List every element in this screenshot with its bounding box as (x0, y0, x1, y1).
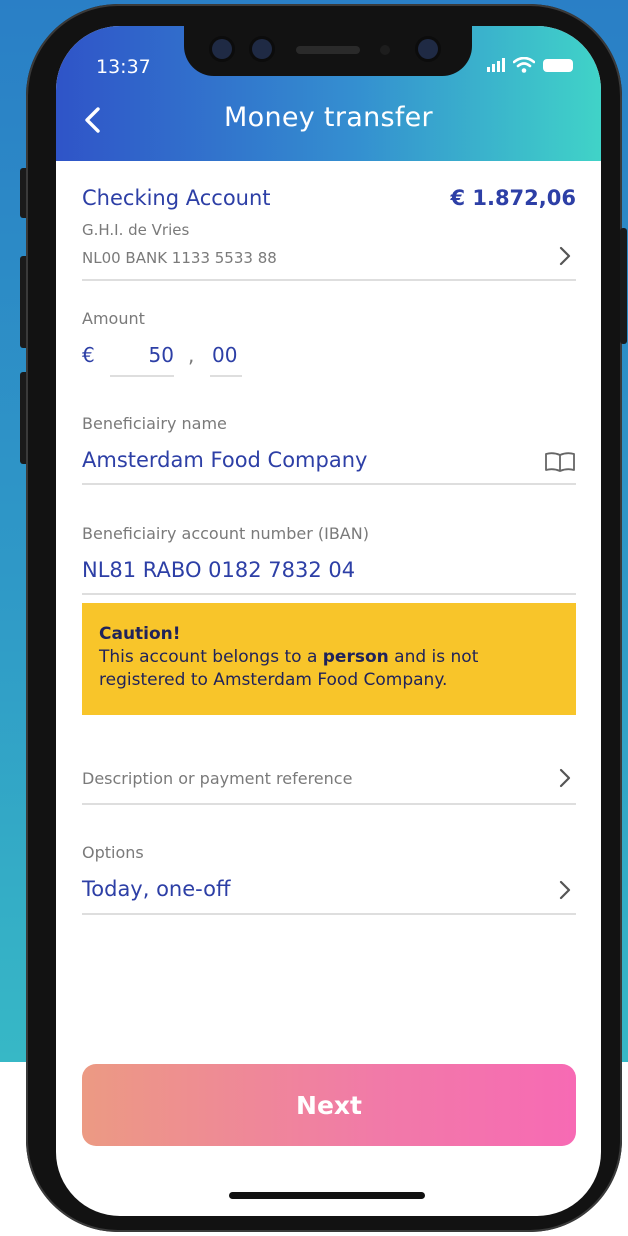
caution-alert: Caution! This account belongs to a perso… (82, 603, 576, 715)
beneficiary-name-input[interactable]: Amsterdam Food Company (82, 448, 367, 472)
wifi-icon (513, 57, 535, 73)
proximity-sensor (380, 45, 390, 55)
beneficiary-iban-input[interactable]: NL81 RABO 0182 7832 04 (82, 558, 355, 582)
options-field[interactable]: Options Today, one-off (82, 835, 576, 913)
description-placeholder: Description or payment reference (82, 769, 353, 788)
account-balance: € 1.872,06 (450, 186, 576, 210)
description-field[interactable]: Description or payment reference (82, 757, 576, 803)
caution-text: This account belongs to a (99, 647, 323, 667)
signal-icon (487, 58, 505, 72)
amount-cents-input[interactable]: 00 (210, 337, 242, 377)
status-time: 13:37 (96, 56, 151, 78)
address-book-icon[interactable] (544, 451, 576, 473)
divider (82, 483, 576, 485)
beneficiary-name-label: Beneficiairy name (82, 414, 227, 433)
divider (82, 803, 576, 805)
input-underline (110, 375, 174, 377)
home-indicator[interactable] (229, 1192, 425, 1199)
beneficiary-iban-label: Beneficiairy account number (IBAN) (82, 524, 369, 543)
page-title: Money transfer (224, 102, 433, 133)
camera-lens (418, 39, 438, 59)
input-underline (210, 375, 242, 377)
divider (82, 593, 576, 595)
account-selector[interactable]: Checking Account € 1.872,06 G.H.I. de Vr… (82, 161, 576, 281)
caution-title: Caution! (99, 624, 181, 644)
caution-emphasis: person (322, 647, 389, 667)
chevron-right-icon (559, 768, 571, 788)
earpiece-speaker (296, 46, 360, 54)
device-notch (184, 26, 472, 76)
options-label: Options (82, 843, 144, 862)
camera-lens (212, 39, 232, 59)
options-value: Today, one-off (82, 877, 231, 901)
account-iban: NL00 BANK 1133 5533 88 (82, 249, 277, 267)
divider (82, 279, 576, 281)
amount-whole-input[interactable]: 50 (110, 337, 174, 377)
phone-screen: 13:37 Money transfer Checking Account € … (56, 26, 601, 1216)
amount-label: Amount (82, 309, 145, 328)
battery-icon (543, 58, 573, 72)
decimal-separator: , (188, 343, 195, 367)
chevron-right-icon (559, 246, 571, 266)
account-holder: G.H.I. de Vries (82, 221, 190, 239)
divider (82, 913, 576, 915)
account-name: Checking Account (82, 186, 271, 210)
amount-whole-value: 50 (148, 343, 174, 367)
amount-cents-value: 00 (212, 343, 238, 367)
status-icons (487, 56, 573, 74)
currency-symbol: € (82, 343, 95, 367)
chevron-right-icon (559, 880, 571, 900)
next-button[interactable]: Next (82, 1064, 576, 1146)
caution-message: This account belongs to a person and is … (99, 646, 559, 692)
camera-lens (252, 39, 272, 59)
power-button (620, 228, 627, 344)
